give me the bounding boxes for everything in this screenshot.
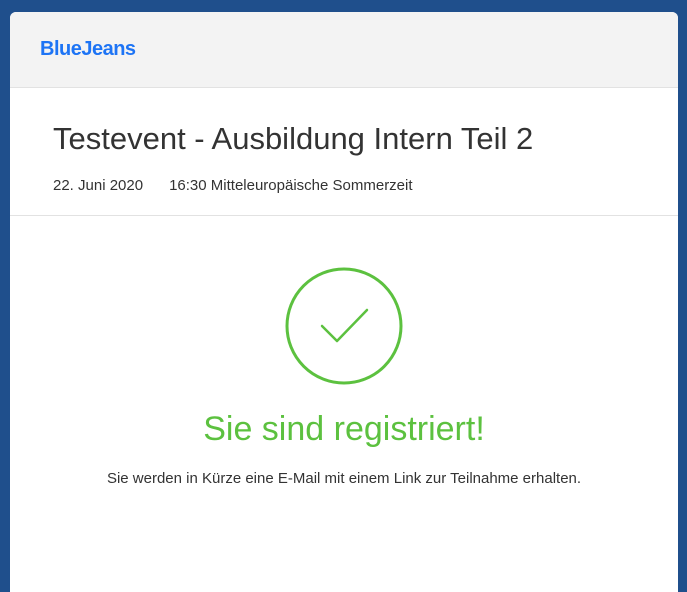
bluejeans-logo[interactable]: BlueJeans bbox=[40, 38, 136, 61]
confirmation-section: Sie sind registriert! Sie werden in Kürz… bbox=[10, 266, 678, 489]
confirmation-title: Sie sind registriert! bbox=[203, 410, 485, 448]
confirmation-message: Sie werden in Kürze eine E-Mail mit eine… bbox=[106, 470, 582, 487]
event-info: Testevent - Ausbildung Intern Teil 2 22.… bbox=[10, 88, 678, 216]
check-circle-icon bbox=[285, 267, 403, 385]
event-time: 16:30 Mitteleuropäische Sommerzeit bbox=[169, 177, 413, 194]
header-bar: BlueJeans bbox=[10, 12, 678, 88]
event-title: Testevent - Ausbildung Intern Teil 2 bbox=[53, 121, 534, 156]
registration-card: BlueJeans Testevent - Ausbildung Intern … bbox=[10, 12, 678, 592]
event-date: 22. Juni 2020 bbox=[53, 177, 144, 194]
event-meta: 22. Juni 2020 16:30 Mitteleuropäische Som… bbox=[53, 177, 678, 194]
